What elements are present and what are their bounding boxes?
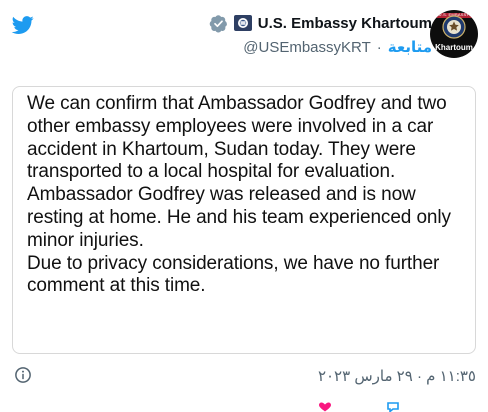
twitter-bird-icon[interactable] <box>10 14 36 36</box>
author-name-row: U.S. Embassy Khartoum <box>209 12 432 34</box>
heart-icon[interactable] <box>318 402 332 412</box>
reply-icon[interactable] <box>386 402 400 412</box>
statement-paragraph: Ambassador Godfrey was released and is n… <box>27 184 451 251</box>
author-display-name[interactable]: U.S. Embassy Khartoum <box>258 15 432 32</box>
statement-paragraph: We can confirm that Ambassador Godfrey a… <box>27 93 447 183</box>
statement-image[interactable]: We can confirm that Ambassador Godfrey a… <box>12 86 476 354</box>
info-icon[interactable] <box>14 366 32 384</box>
us-flag-icon <box>233 15 252 31</box>
avatar[interactable]: U.S. EMBASSY Khartoum <box>430 10 478 58</box>
follow-button[interactable]: متابعة <box>388 38 432 56</box>
verified-badge-icon <box>209 14 227 33</box>
author-handle-row: @USEmbassyKRT · متابعة <box>243 38 432 57</box>
avatar-label: Khartoum <box>435 43 473 52</box>
embassy-seal-icon <box>442 15 466 39</box>
tweet-author: U.S. Embassy Khartoum @USEmbassyKRT · مت… <box>209 12 432 56</box>
tweet-timestamp[interactable]: ١١:٣٥ م · ٢٩ مارس ٢٠٢٣ <box>318 367 476 385</box>
author-handle[interactable]: @USEmbassyKRT <box>243 39 370 56</box>
statement-paragraph: Due to privacy considerations, we have n… <box>27 252 440 297</box>
separator-dot: · <box>376 38 382 56</box>
